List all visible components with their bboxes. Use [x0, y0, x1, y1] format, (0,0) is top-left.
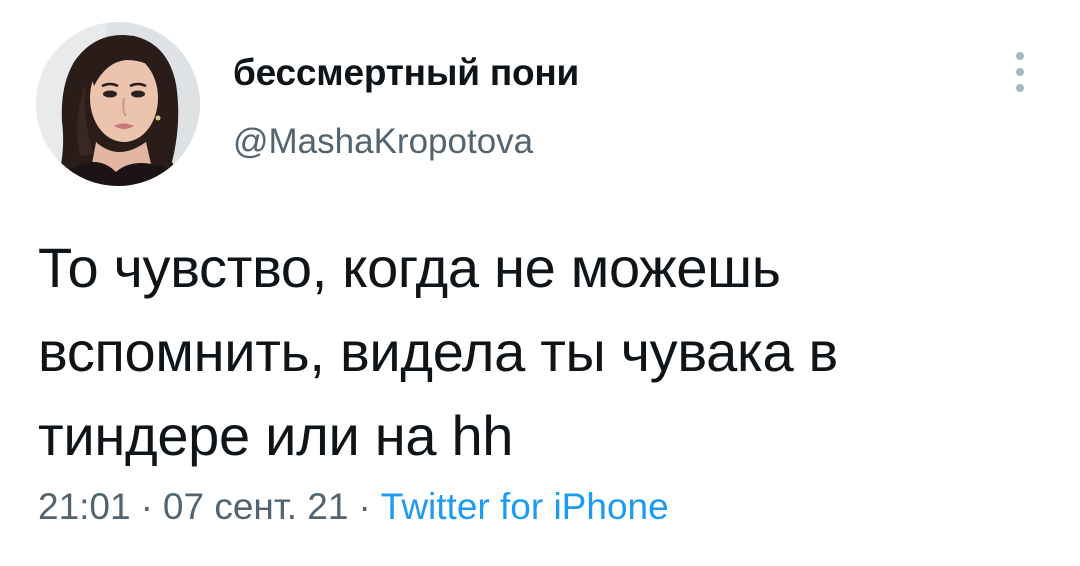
- tweet-source-link[interactable]: Twitter for iPhone: [381, 486, 669, 527]
- tweet-text-line: тиндере или на hh: [38, 404, 514, 467]
- more-vertical-icon: [1016, 52, 1024, 60]
- display-name[interactable]: бессмертный пони: [233, 52, 579, 94]
- more-vertical-icon-dot: [1016, 84, 1024, 92]
- tweet-text-line: вспомнить, видела ты чувака в: [38, 320, 838, 383]
- tweet-date[interactable]: 07 сент. 21: [163, 486, 349, 527]
- meta-separator: ·: [140, 486, 153, 527]
- avatar[interactable]: [36, 22, 200, 186]
- more-options-button[interactable]: [1002, 46, 1038, 98]
- tweet-meta: 21:01 · 07 сент. 21 · Twitter for iPhone: [38, 486, 669, 528]
- tweet-card: бессмертный пони @MashaKropotova То чувс…: [0, 0, 1080, 566]
- meta-separator: ·: [358, 486, 371, 527]
- tweet-text-line: То чувство, когда не можешь: [38, 236, 781, 299]
- profile-photo-icon: [36, 22, 200, 186]
- tweet-text: То чувство, когда не можешь вспомнить, в…: [38, 226, 1048, 478]
- more-vertical-icon-dot: [1016, 68, 1024, 76]
- user-handle[interactable]: @MashaKropotova: [233, 122, 533, 162]
- tweet-time[interactable]: 21:01: [38, 486, 131, 527]
